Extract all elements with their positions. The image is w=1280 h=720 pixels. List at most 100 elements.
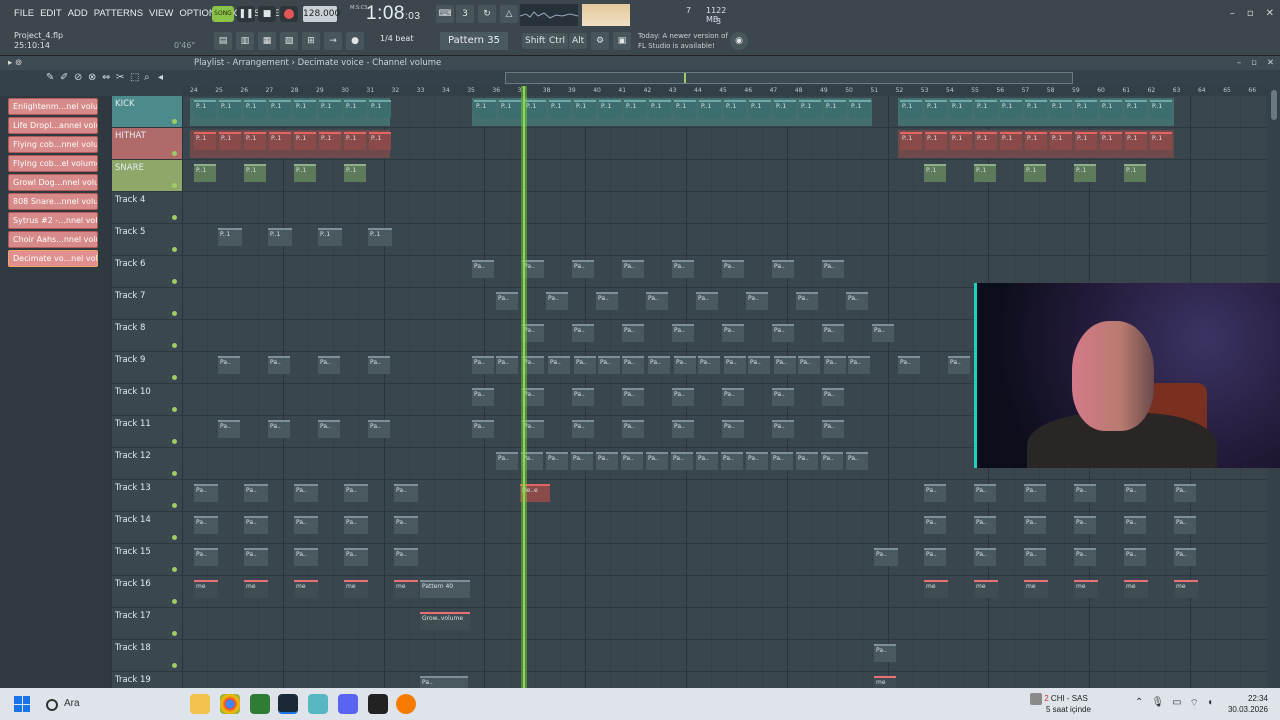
pattern-clip[interactable]: P..1 [925, 132, 947, 150]
pattern-clip[interactable]: Pa.. [622, 324, 644, 342]
pattern-clip[interactable]: Pa.. [721, 452, 743, 470]
pattern-clip[interactable]: Pa.. [194, 516, 218, 534]
pause-button[interactable]: ❚❚ [237, 6, 255, 22]
pattern-clip[interactable]: Pa.. [646, 452, 668, 470]
track-header[interactable]: Track 9 [112, 352, 182, 384]
pattern-clip[interactable]: P..1 [925, 100, 947, 118]
minimize-icon[interactable]: – [1230, 8, 1235, 19]
pattern-clip[interactable]: Pa.. [571, 452, 593, 470]
pattern-clip[interactable]: Pa.. [572, 388, 594, 406]
time-format-label[interactable]: M:S:CS [350, 5, 368, 11]
pattern-clip[interactable]: P..1 [474, 100, 496, 118]
pattern-clip[interactable]: P..1 [649, 100, 671, 118]
track-lane[interactable] [182, 192, 1268, 224]
pattern-clip[interactable]: Pa.. [394, 516, 418, 534]
stop-button[interactable]: ■ [258, 6, 276, 22]
pattern-clip[interactable]: Pa.. [722, 420, 744, 438]
pattern-clip[interactable]: P..1 [344, 164, 366, 182]
pattern-clip[interactable]: Pa.. [472, 388, 494, 406]
pattern-clip[interactable]: P..1 [1150, 100, 1172, 118]
pattern-clip[interactable]: Pa.. [822, 260, 844, 278]
pattern-clip[interactable]: P..1 [1075, 132, 1097, 150]
pattern-clip[interactable]: Pa.. [796, 452, 818, 470]
metronome-icon[interactable]: △ [500, 5, 518, 23]
pattern-clip[interactable]: P..1 [194, 132, 216, 150]
pattern-clip[interactable]: Pa.. [574, 356, 596, 374]
pattern-clip[interactable]: Pa.. [1024, 516, 1046, 534]
news-icon[interactable]: ▣ [613, 32, 631, 50]
chrome-icon[interactable] [220, 694, 240, 714]
pattern-clip[interactable]: P..1 [219, 132, 241, 150]
microphone-icon[interactable]: ● [346, 32, 364, 50]
pattern-clip[interactable]: Pa.. [722, 260, 744, 278]
track-mute-indicator[interactable] [172, 375, 177, 380]
pattern-clip[interactable]: Pa.. [572, 420, 594, 438]
track-mute-indicator[interactable] [172, 311, 177, 316]
pattern-selector[interactable]: Pattern 35 [440, 32, 508, 50]
automation-clip-item[interactable]: Flying cob...nnel volume [8, 136, 98, 153]
pattern-clip[interactable]: Pa.. [496, 292, 518, 310]
track-mute-indicator[interactable] [172, 631, 177, 636]
pattern-clip[interactable]: Pa.. [874, 548, 898, 566]
select-tool-icon[interactable]: ⬚ [130, 72, 139, 83]
pattern-clip[interactable]: P..1 [244, 164, 266, 182]
menu-edit[interactable]: EDIT [40, 8, 62, 19]
track-header[interactable]: Track 11 [112, 416, 182, 448]
track-mute-indicator[interactable] [172, 119, 177, 124]
track-mute-indicator[interactable] [172, 471, 177, 476]
pattern-clip[interactable]: P..1 [849, 100, 871, 118]
pattern-clip[interactable]: Pa.. [596, 292, 618, 310]
pattern-clip[interactable]: Pa.. [318, 420, 340, 438]
vertical-scroll-thumb[interactable] [1271, 90, 1277, 120]
pattern-clip[interactable]: Pa.. [722, 324, 744, 342]
pattern-clip[interactable]: Pa.. [1124, 484, 1146, 502]
track-lane[interactable] [182, 672, 1268, 688]
pattern-clip[interactable]: Pattern 40 [420, 580, 470, 598]
countdown-icon[interactable]: 3 [456, 5, 474, 23]
pattern-clip[interactable]: Pa.. [194, 484, 218, 502]
pattern-clip[interactable]: Pa.. [472, 260, 494, 278]
pattern-clip[interactable]: P..1 [549, 100, 571, 118]
pattern-clip[interactable]: Pa.. [294, 516, 318, 534]
settings-icon[interactable]: ⚙ [591, 32, 609, 50]
volume-icon[interactable]: ◖ [1207, 697, 1213, 710]
pattern-clip[interactable]: Pa.. [218, 420, 240, 438]
pattern-clip[interactable]: Pa.. [368, 420, 390, 438]
xbox-icon[interactable] [250, 694, 270, 714]
pattern-clip[interactable]: me [974, 580, 998, 598]
pattern-clip[interactable]: P..1 [368, 228, 392, 246]
pattern-clip[interactable]: P..1 [799, 100, 821, 118]
pattern-clip[interactable]: Pa.. [672, 420, 694, 438]
track-header[interactable]: Track 16 [112, 576, 182, 608]
pattern-clip[interactable]: P..1 [1100, 132, 1122, 150]
mixer-icon[interactable]: ▧ [280, 32, 298, 50]
track-mute-indicator[interactable] [172, 535, 177, 540]
track-header[interactable]: KICK [112, 96, 182, 128]
track-header[interactable]: Track 13 [112, 480, 182, 512]
pattern-clip[interactable]: Pa.. [846, 292, 868, 310]
menu-add[interactable]: ADD [68, 8, 88, 19]
playback-tool-icon[interactable]: ◂ [158, 72, 163, 83]
pattern-clip[interactable]: Pa.. [648, 356, 670, 374]
pattern-clip[interactable]: P..1 [1025, 100, 1047, 118]
pattern-clip[interactable]: P..1 [244, 132, 266, 150]
pattern-clip[interactable]: P..1 [344, 100, 366, 118]
pattern-clip[interactable]: P..1 [774, 100, 796, 118]
playlist-close-icon[interactable]: ✕ [1267, 56, 1274, 70]
ctrl-key-button[interactable]: Ctrl [546, 33, 569, 49]
pattern-clip[interactable]: Pa.. [924, 516, 946, 534]
pattern-clip[interactable]: Pa.. [696, 292, 718, 310]
pattern-clip[interactable]: P..1 [344, 132, 366, 150]
track-mute-indicator[interactable] [172, 439, 177, 444]
pattern-clip[interactable]: P..1 [194, 164, 216, 182]
pattern-clip[interactable]: Pa.. [798, 356, 820, 374]
menu-patterns[interactable]: PATTERNS [94, 8, 143, 19]
pattern-clip[interactable]: Pa.. [674, 356, 696, 374]
track-mute-indicator[interactable] [172, 151, 177, 156]
pattern-clip[interactable]: Pa.. [748, 356, 770, 374]
plugin-picker-icon[interactable]: ⊞ [302, 32, 320, 50]
pattern-clip[interactable]: Pa.. [268, 420, 290, 438]
file-explorer-icon[interactable] [190, 694, 210, 714]
playhead[interactable] [521, 86, 527, 688]
slip-tool-icon[interactable]: ⇔ [102, 72, 110, 83]
